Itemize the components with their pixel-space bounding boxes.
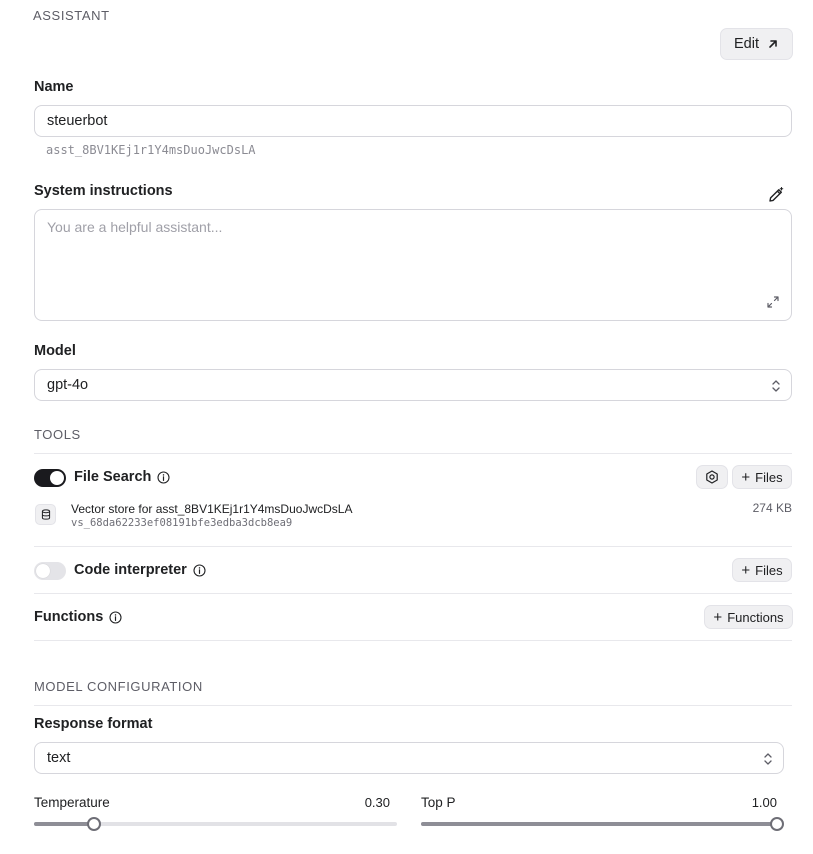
- file-search-settings-button[interactable]: [696, 465, 728, 489]
- divider: [34, 546, 792, 547]
- generate-instructions-icon[interactable]: [766, 185, 786, 205]
- temperature-label: Temperature: [34, 795, 110, 810]
- top-p-value: 1.00: [751, 795, 777, 810]
- divider: [34, 705, 792, 706]
- temperature-slider[interactable]: [34, 817, 397, 831]
- file-search-add-files-button[interactable]: + Files: [732, 465, 792, 489]
- code-interpreter-toggle[interactable]: [34, 562, 66, 580]
- top-p-label: Top P: [421, 795, 456, 810]
- system-instructions-placeholder: You are a helpful assistant...: [47, 219, 223, 235]
- vector-store-size: 274 KB: [752, 501, 792, 515]
- vector-store-name[interactable]: Vector store for asst_8BV1KEj1r1Y4msDuoJ…: [71, 502, 352, 516]
- system-instructions-textarea[interactable]: You are a helpful assistant...: [34, 209, 792, 321]
- file-search-files-label: Files: [755, 469, 783, 485]
- name-label: Name: [34, 79, 74, 95]
- file-search-label: File Search: [74, 469, 152, 485]
- chevron-updown-icon: [764, 753, 772, 765]
- functions-label: Functions: [34, 609, 104, 625]
- edit-button[interactable]: Edit: [720, 28, 793, 60]
- code-interpreter-title: Code interpreter: [74, 562, 206, 578]
- vector-store-icon: [35, 504, 56, 525]
- temperature-slider-thumb[interactable]: [86, 817, 101, 831]
- plus-icon: +: [713, 608, 723, 626]
- divider: [34, 453, 792, 454]
- section-label-model-configuration: MODEL CONFIGURATION: [34, 679, 203, 694]
- add-function-button[interactable]: + Functions: [704, 605, 793, 629]
- top-p-slider-fill: [421, 822, 777, 826]
- plus-icon: +: [741, 468, 751, 486]
- name-input[interactable]: steuerbot: [34, 105, 792, 137]
- name-input-value: steuerbot: [47, 113, 108, 129]
- info-icon[interactable]: [157, 470, 170, 484]
- top-p-slider[interactable]: [421, 817, 784, 831]
- info-icon[interactable]: [193, 563, 206, 577]
- model-select[interactable]: gpt-4o: [34, 369, 792, 401]
- code-interpreter-label: Code interpreter: [74, 562, 187, 578]
- assistant-id: asst_8BV1KEj1r1Y4msDuoJwcDsLA: [46, 143, 256, 157]
- response-format-select[interactable]: text: [34, 742, 784, 774]
- section-label-tools: TOOLS: [34, 427, 81, 442]
- vector-store-id: vs_68da62233ef08191bfe3edba3dcb8ea9: [71, 517, 293, 529]
- divider: [34, 593, 792, 594]
- temperature-slider-fill: [34, 822, 94, 826]
- expand-icon[interactable]: [767, 296, 779, 308]
- model-select-value: gpt-4o: [47, 377, 89, 393]
- info-icon[interactable]: [109, 610, 122, 624]
- arrow-up-right-icon: [769, 40, 777, 48]
- response-format-value: text: [47, 750, 71, 766]
- gear-icon: [706, 470, 718, 484]
- edit-button-label: Edit: [734, 36, 759, 52]
- top-p-slider-thumb[interactable]: [770, 817, 784, 831]
- chevron-updown-icon: [772, 380, 780, 392]
- system-instructions-label: System instructions: [34, 183, 173, 199]
- section-label-assistant: ASSISTANT: [33, 8, 110, 23]
- model-label: Model: [34, 343, 76, 359]
- code-interpreter-add-files-button[interactable]: + Files: [732, 558, 792, 582]
- file-search-toggle[interactable]: [34, 469, 66, 487]
- file-search-title: File Search: [74, 469, 170, 485]
- plus-icon: +: [741, 561, 751, 579]
- code-interpreter-files-label: Files: [755, 562, 783, 578]
- temperature-value: 0.30: [364, 795, 390, 810]
- response-format-label: Response format: [34, 716, 153, 732]
- divider: [34, 640, 792, 641]
- add-function-label: Functions: [727, 609, 784, 625]
- functions-title: Functions: [34, 609, 122, 625]
